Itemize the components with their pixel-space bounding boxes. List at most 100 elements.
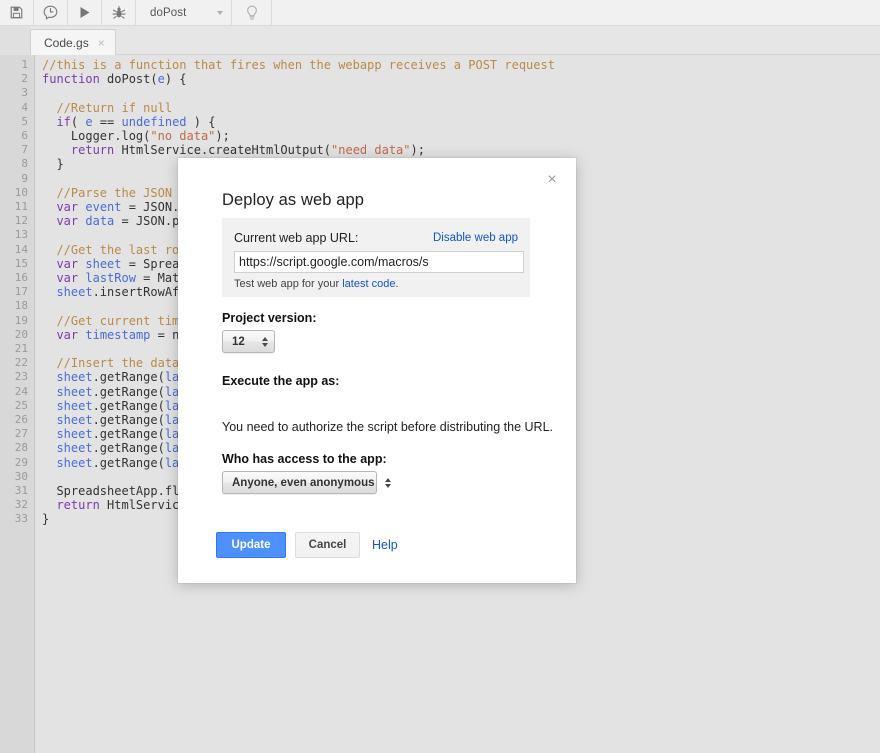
who-has-access-label: Who has access to the app: [222, 452, 387, 466]
code-token [42, 143, 71, 157]
line-number: 7 [21, 143, 28, 157]
help-link[interactable]: Help [372, 532, 398, 558]
code-token [42, 200, 56, 214]
code-token: var [56, 271, 78, 285]
line-number: 8 [21, 157, 28, 171]
project-version-value: 12 [232, 336, 252, 348]
line-number: 26 [15, 413, 28, 427]
history-button[interactable] [34, 0, 68, 25]
code-token: } [42, 157, 64, 171]
update-button[interactable]: Update [216, 532, 286, 558]
help-hint-button[interactable] [232, 0, 272, 25]
code-token: .getRange( [93, 413, 165, 427]
line-number: 33 [15, 512, 28, 526]
code-token: sheet [56, 385, 92, 399]
code-token: if [56, 115, 70, 129]
hint-prefix: Test web app for your [234, 278, 342, 290]
code-line[interactable]: //Return if null [42, 101, 172, 115]
function-selector-value: doPost [150, 7, 207, 19]
code-line[interactable]: function doPost(e) { [42, 72, 187, 86]
code-token [42, 186, 56, 200]
function-selector[interactable]: doPost [136, 0, 232, 25]
line-number: 11 [15, 200, 28, 214]
code-token: function [42, 72, 100, 86]
code-token: sheet [56, 399, 92, 413]
disable-web-app-link[interactable]: Disable web app [433, 232, 518, 244]
history-icon [43, 5, 58, 20]
debug-button[interactable] [102, 0, 136, 25]
run-button[interactable] [68, 0, 102, 25]
close-icon[interactable]: × [98, 37, 105, 49]
line-number: 12 [15, 214, 28, 228]
code-line[interactable]: return HtmlService.createHtmlOutput("nee… [42, 143, 425, 157]
who-has-access-value: Anyone, even anonymous [232, 477, 375, 489]
line-number: 24 [15, 385, 28, 399]
code-token: ) { [187, 115, 216, 129]
line-number: 30 [15, 470, 28, 484]
code-token [42, 385, 56, 399]
code-token [42, 101, 56, 115]
line-number: 2 [21, 72, 28, 86]
code-token: .getRange( [93, 441, 165, 455]
code-token: sheet [56, 456, 92, 470]
test-web-app-hint: Test web app for your latest code. [234, 278, 399, 290]
code-token [42, 243, 56, 257]
code-line[interactable]: } [42, 157, 64, 171]
code-token: e [85, 115, 92, 129]
line-number: 32 [15, 498, 28, 512]
code-token: ); [411, 143, 425, 157]
deploy-web-app-dialog: × Deploy as web app Current web app URL:… [178, 158, 576, 583]
line-number: 16 [15, 271, 28, 285]
code-line[interactable]: Logger.log("no data"); [42, 129, 230, 143]
code-token: sheet [85, 257, 121, 271]
code-token: doPost( [100, 72, 158, 86]
code-token: Logger.log( [42, 129, 150, 143]
line-number: 19 [15, 314, 28, 328]
code-line[interactable]: if( e == undefined ) { [42, 115, 215, 129]
save-button[interactable] [0, 0, 34, 25]
code-line[interactable]: } [42, 512, 49, 526]
code-token: sheet [56, 441, 92, 455]
who-has-access-select[interactable]: Anyone, even anonymous [222, 471, 377, 494]
line-number: 27 [15, 427, 28, 441]
code-token: .getRange( [93, 370, 165, 384]
line-number: 29 [15, 456, 28, 470]
code-token: return [56, 498, 99, 512]
tab-code-gs[interactable]: Code.gs × [30, 29, 116, 55]
code-token [42, 285, 56, 299]
latest-code-link[interactable]: latest code [342, 278, 395, 290]
code-token: HtmlService.createHtmlOutput( [114, 143, 331, 157]
line-number: 10 [15, 186, 28, 200]
line-number: 17 [15, 285, 28, 299]
web-app-url-input[interactable] [234, 251, 524, 273]
code-token [42, 413, 56, 427]
close-icon[interactable]: × [542, 170, 562, 190]
line-number: 1 [21, 58, 28, 72]
code-token: lastRow [85, 271, 136, 285]
code-line[interactable]: //this is a function that fires when the… [42, 58, 555, 72]
line-number: 6 [21, 129, 28, 143]
code-token [42, 356, 56, 370]
tab-label: Code.gs [44, 36, 89, 50]
chevron-down-icon [217, 11, 223, 15]
tab-strip: Code.gs × [0, 26, 880, 55]
code-token: .getRange( [93, 427, 165, 441]
line-number: 3 [21, 86, 28, 100]
line-number: 31 [15, 484, 28, 498]
code-token: ( [71, 115, 85, 129]
code-token [42, 328, 56, 342]
code-token [42, 115, 56, 129]
code-token: "no data" [150, 129, 215, 143]
code-token: sheet [56, 413, 92, 427]
code-token: return [71, 143, 114, 157]
code-token [42, 498, 56, 512]
code-token: .getRange( [93, 399, 165, 413]
code-token: == [93, 115, 122, 129]
code-token: "need data" [331, 143, 410, 157]
cancel-button[interactable]: Cancel [295, 532, 360, 558]
code-token: .getRange( [93, 456, 165, 470]
current-url-panel: Current web app URL: Disable web app Tes… [222, 218, 530, 297]
project-version-label: Project version: [222, 311, 316, 325]
project-version-select[interactable]: 12 [222, 330, 275, 353]
line-number: 5 [21, 115, 28, 129]
